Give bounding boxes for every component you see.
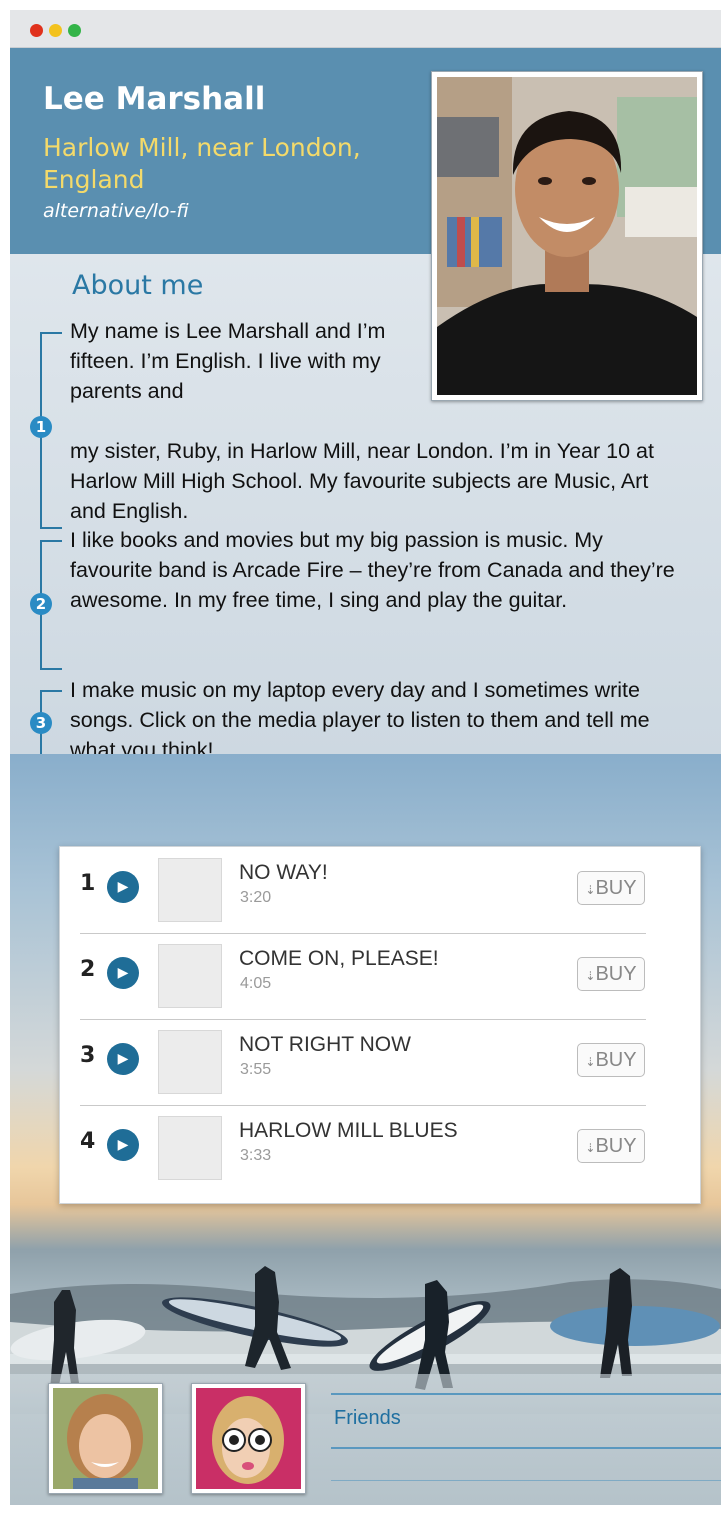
track-number: 4 [80, 1129, 96, 1154]
buy-label: BUY [595, 1049, 637, 1071]
track-thumbnail [158, 858, 222, 922]
about-paragraph-3: I make music on my laptop every day and … [70, 678, 650, 762]
close-window-button[interactable] [30, 24, 43, 37]
friends-divider [331, 1393, 721, 1395]
track-title: HARLOW MILL BLUES [239, 1119, 458, 1142]
paragraph-number-badge: 3 [30, 712, 52, 734]
about-paragraph-1-top: My name is Lee Marshall and I’m fifteen.… [70, 319, 386, 403]
profile-photo-image [437, 77, 697, 395]
play-icon[interactable]: ▶ [107, 1043, 139, 1075]
paragraph-number-badge: 1 [30, 416, 52, 438]
buy-label: BUY [595, 877, 637, 899]
about-paragraph-2: I like books and movies but my big passi… [70, 528, 675, 612]
track-row[interactable]: 2 ▶ COME ON, PLEASE! 4:05 ⇣BUY [60, 933, 700, 1019]
about-heading: About me [72, 270, 204, 301]
play-icon[interactable]: ▶ [107, 957, 139, 989]
buy-label: BUY [595, 1135, 637, 1157]
friends-label[interactable]: Friends [334, 1407, 401, 1430]
title-bar [10, 10, 721, 48]
track-thumbnail [158, 1116, 222, 1180]
track-duration: 3:33 [240, 1147, 272, 1164]
download-arrow-icon: ⇣ [585, 969, 596, 983]
track-thumbnail [158, 1030, 222, 1094]
track-title: COME ON, PLEASE! [239, 947, 439, 970]
download-arrow-icon: ⇣ [585, 883, 596, 897]
buy-button[interactable]: ⇣BUY [577, 1043, 645, 1077]
buy-button[interactable]: ⇣BUY [577, 1129, 645, 1163]
play-icon[interactable]: ▶ [107, 1129, 139, 1161]
minimize-window-button[interactable] [49, 24, 62, 37]
buy-label: BUY [595, 963, 637, 985]
about-paragraph-1-rest: my sister, Ruby, in Harlow Mill, near Lo… [70, 439, 654, 523]
buy-button[interactable]: ⇣BUY [577, 957, 645, 991]
track-title: NOT RIGHT NOW [239, 1033, 411, 1056]
play-icon[interactable]: ▶ [107, 871, 139, 903]
track-number: 1 [80, 871, 96, 896]
friend-avatar[interactable] [191, 1383, 306, 1494]
friend-photo-image [196, 1388, 301, 1489]
track-duration: 3:20 [240, 889, 272, 906]
buy-button[interactable]: ⇣BUY [577, 871, 645, 905]
track-row[interactable]: 3 ▶ NOT RIGHT NOW 3:55 ⇣BUY [60, 1019, 700, 1105]
media-player: 1 ▶ NO WAY! 3:20 ⇣BUY 2 ▶ COME ON, PLEAS… [59, 846, 701, 1204]
track-duration: 4:05 [240, 975, 272, 992]
profile-name: Lee Marshall [43, 81, 266, 117]
paragraph-number-badge: 2 [30, 593, 52, 615]
download-arrow-icon: ⇣ [585, 1055, 596, 1069]
zoom-window-button[interactable] [68, 24, 81, 37]
track-duration: 3:55 [240, 1061, 272, 1078]
track-number: 3 [80, 1043, 96, 1068]
profile-photo [431, 71, 703, 401]
friend-avatar[interactable] [48, 1383, 163, 1494]
profile-location: Harlow Mill, near London, England [43, 133, 361, 194]
track-thumbnail [158, 944, 222, 1008]
download-arrow-icon: ⇣ [585, 1141, 596, 1155]
track-row[interactable]: 1 ▶ NO WAY! 3:20 ⇣BUY [60, 847, 700, 933]
friend-photo-image [53, 1388, 158, 1489]
track-title: NO WAY! [239, 861, 328, 884]
profile-window: Lee Marshall Harlow Mill, near London, E… [10, 10, 721, 1505]
track-row[interactable]: 4 ▶ HARLOW MILL BLUES 3:33 ⇣BUY [60, 1105, 700, 1191]
friends-divider [331, 1447, 721, 1449]
friends-divider [331, 1480, 721, 1481]
track-number: 2 [80, 957, 96, 982]
profile-genre: alternative/lo-fi [43, 200, 189, 222]
